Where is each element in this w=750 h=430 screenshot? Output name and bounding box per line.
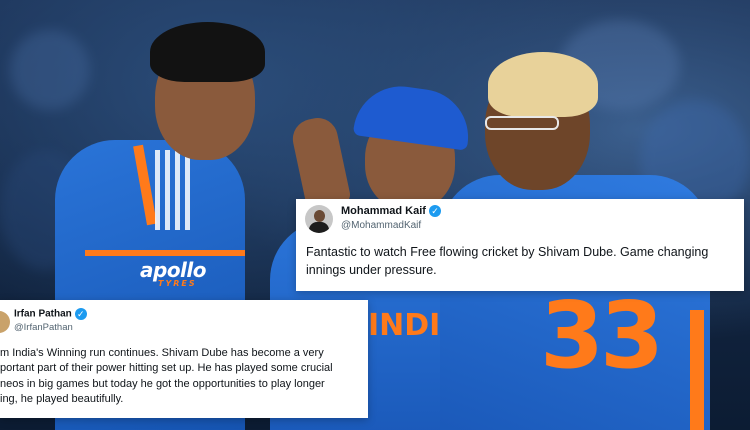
tweet-text: Fantastic to watch Free flowing cricket … (306, 245, 709, 277)
tweet-card-kaif[interactable]: Mohammad Kaif ✓ @MohammadKaif Fantastic t… (296, 199, 744, 291)
white-shoulder-stripes (155, 150, 195, 230)
jersey-number: 33 (540, 282, 664, 389)
tweet-author-handle: @IrfanPathan (14, 322, 73, 333)
tweet-text-line: portant part of their power hitting set … (0, 362, 333, 375)
crowd-blur (10, 30, 90, 110)
avatar (305, 205, 333, 233)
blonde-hair (488, 52, 598, 117)
hand (289, 114, 352, 212)
tweet-card-irfan[interactable]: Irfan Pathan ✓ @IrfanPathan m India's Win… (0, 300, 368, 418)
tweet-text: m India's Winning run continues. Shivam … (0, 346, 368, 408)
tweet-text-line: ing, he played beautifully. (0, 393, 124, 406)
sunglasses (485, 116, 559, 130)
tweet-author-name: Mohammad Kaif (341, 205, 426, 217)
verified-badge-icon: ✓ (428, 205, 441, 218)
avatar (0, 311, 10, 333)
verified-badge-icon: ✓ (74, 308, 87, 320)
tweet-text-line: neos in big games but today he got the o… (0, 377, 325, 390)
tweet-author-name: Irfan Pathan (14, 308, 72, 320)
tweet-author-handle: @MohammadKaif (341, 220, 422, 231)
tweet-text-line: m India's Winning run continues. Shivam … (0, 347, 324, 359)
